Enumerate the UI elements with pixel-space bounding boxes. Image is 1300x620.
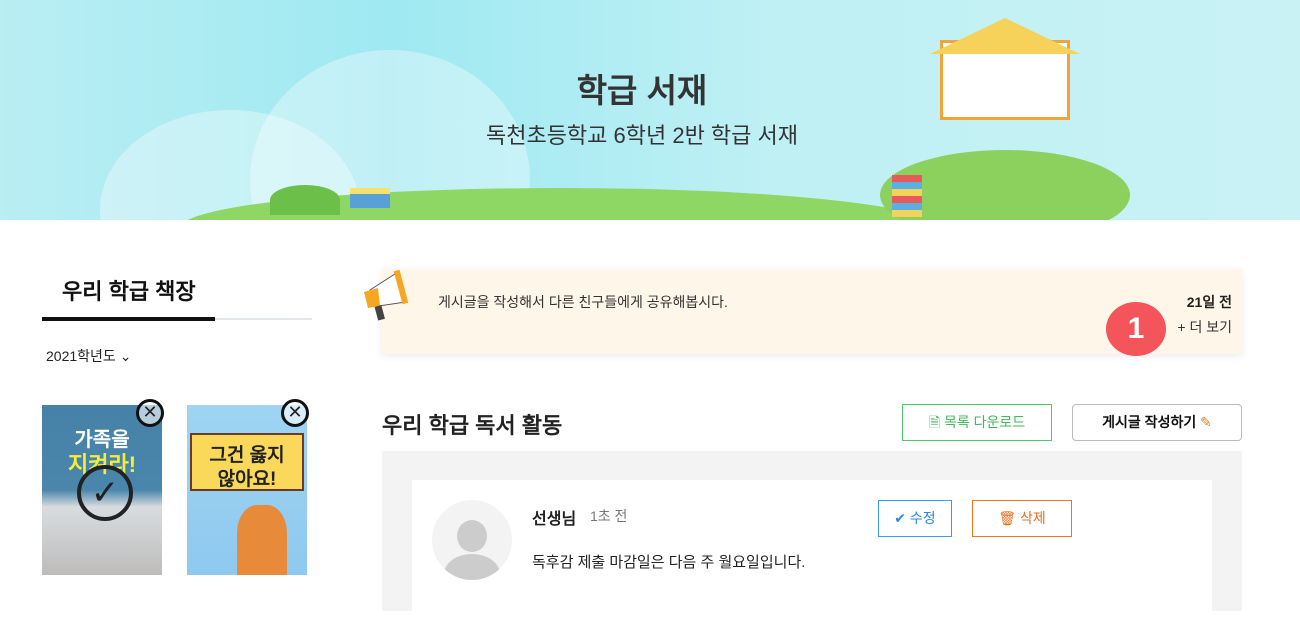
year-select[interactable]: 2021학년도 ⌄ xyxy=(46,346,131,366)
book-title: 그건 옳지 xyxy=(209,445,285,466)
post-author: 선생님 xyxy=(532,511,577,528)
header-banner: 학급 서재 독천초등학교 6학년 2반 학급 서재 xyxy=(0,0,1300,220)
remove-book-button[interactable]: ✕ xyxy=(136,399,164,427)
book-sign: 그건 옳지 않아요! xyxy=(190,433,304,491)
bookshelf-title: 우리 학급 책장 xyxy=(62,279,196,304)
check-icon: ✔ xyxy=(894,510,907,526)
download-label: 목록 다운로드 xyxy=(943,414,1026,430)
write-post-button[interactable]: 게시글 작성하기 ✎ xyxy=(1072,404,1242,441)
books-illustration xyxy=(350,188,390,208)
delete-button[interactable]: 🗑 삭제 xyxy=(972,500,1072,537)
pencil-icon: ✎ xyxy=(1200,414,1212,430)
megaphone-icon xyxy=(364,269,409,321)
book-title: 않아요! xyxy=(217,469,277,490)
write-label: 게시글 작성하기 xyxy=(1102,414,1197,430)
notification-badge: 1 xyxy=(1106,302,1166,356)
edit-button[interactable]: ✔ 수정 xyxy=(878,500,952,537)
post-content: 독후감 제출 마감일은 다음 주 월요일입니다. xyxy=(532,554,806,571)
post-card: 선생님 1초 전 독후감 제출 마감일은 다음 주 월요일입니다. ✔ 수정 🗑… xyxy=(412,480,1212,620)
character-illustration xyxy=(237,505,287,575)
avatar xyxy=(432,500,512,580)
notice-date: 21일 전 xyxy=(1186,294,1232,310)
activity-title: 우리 학급 독서 활동 xyxy=(382,413,563,438)
remove-book-button[interactable]: ✕ xyxy=(281,399,309,427)
book-cover[interactable]: 그건 옳지 않아요! ✕ xyxy=(187,399,309,575)
trash-icon: 🗑 xyxy=(998,510,1017,526)
roof-illustration xyxy=(930,18,1080,54)
book-cover[interactable]: 가족을 지켜라! ✓ ✕ xyxy=(42,399,164,575)
page-title: 학급 서재 xyxy=(576,72,708,109)
bookshelf-tab-underline xyxy=(42,317,312,321)
bush-illustration xyxy=(270,185,340,215)
download-list-button[interactable]: 🗎 목록 다운로드 xyxy=(902,404,1052,441)
more-link[interactable]: + 더 보기 xyxy=(1177,317,1232,337)
year-select-value: 2021학년도 xyxy=(46,348,116,364)
page-subtitle: 독천초등학교 6학년 2반 학급 서재 xyxy=(485,123,799,148)
checkmark-icon: ✓ xyxy=(77,465,133,521)
books-stack-illustration xyxy=(892,175,922,217)
chevron-down-icon: ⌄ xyxy=(119,348,132,364)
posts-panel: 선생님 1초 전 독후감 제출 마감일은 다음 주 월요일입니다. ✔ 수정 🗑… xyxy=(382,451,1242,620)
edit-label: 수정 xyxy=(909,510,936,526)
excel-file-icon: 🗎 xyxy=(928,414,941,430)
post-time: 1초 전 xyxy=(590,508,628,524)
delete-label: 삭제 xyxy=(1019,510,1046,526)
notice-text: 게시글을 작성해서 다른 친구들에게 공유해봅시다. xyxy=(438,294,728,310)
